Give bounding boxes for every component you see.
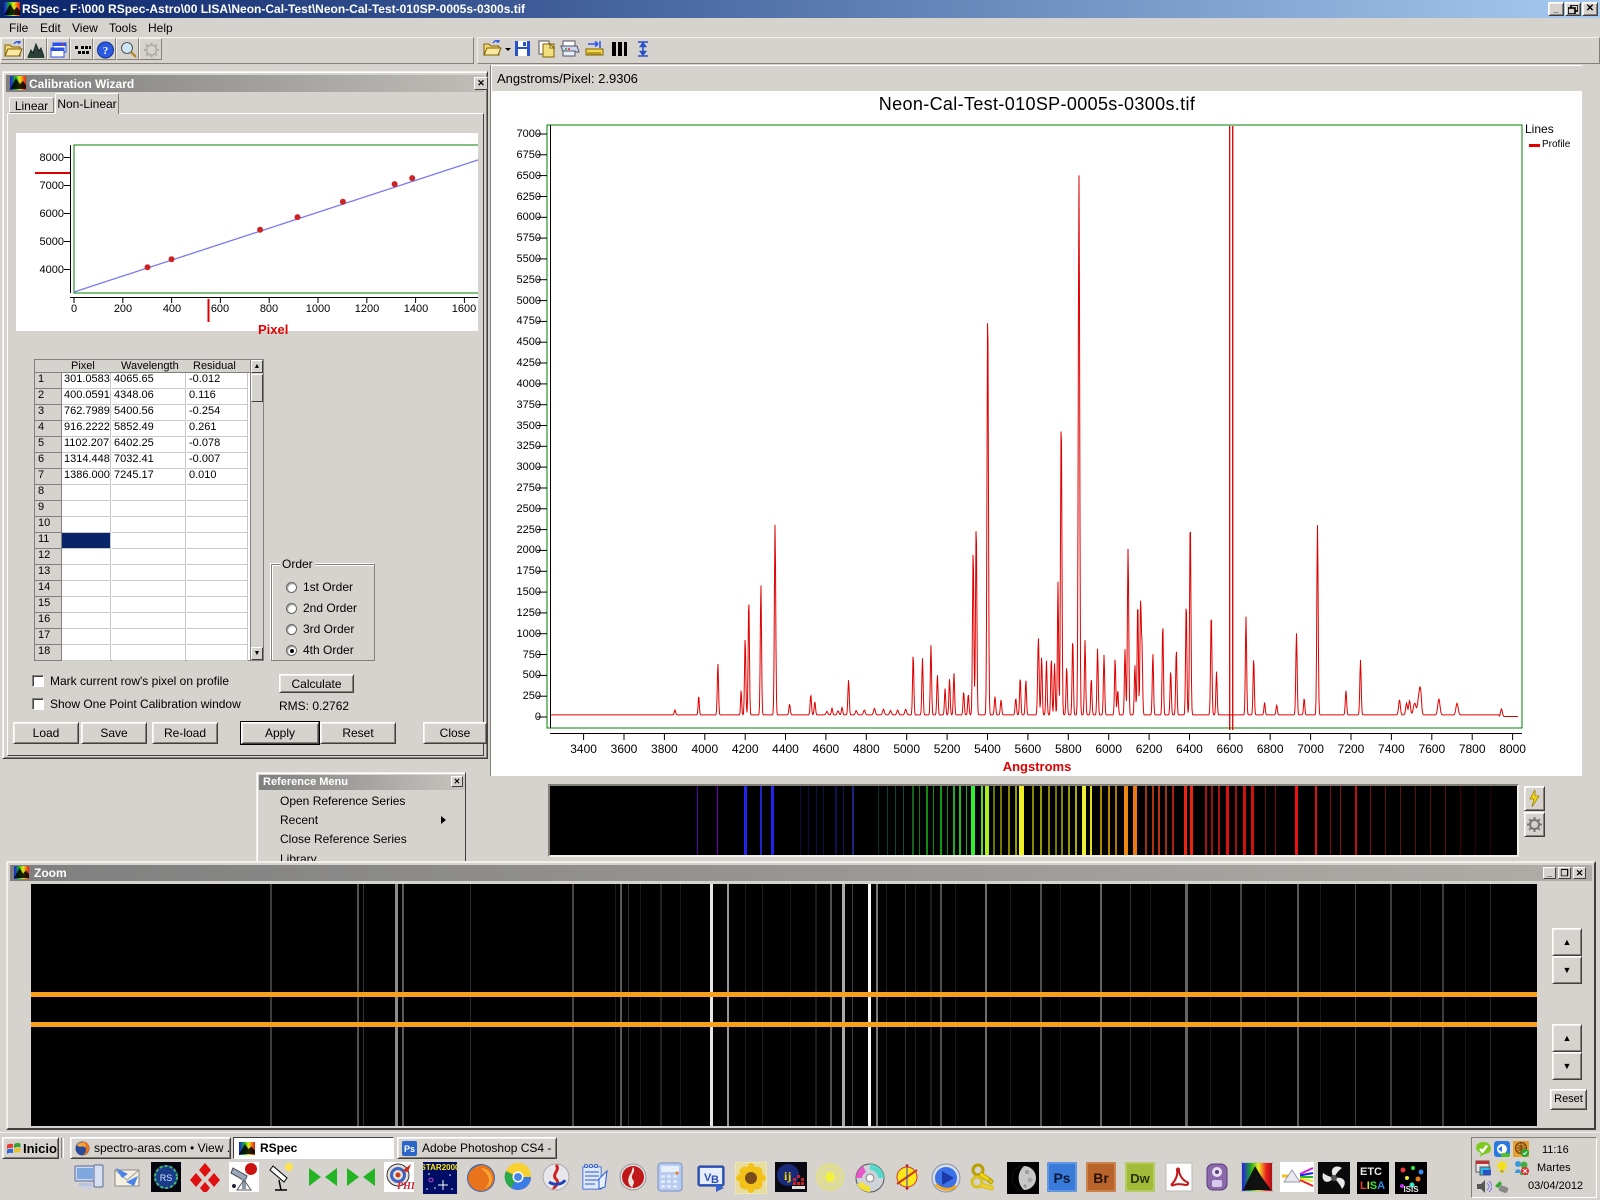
svg-text:RS: RS	[160, 1173, 173, 1183]
svg-text:ETC: ETC	[1360, 1166, 1382, 1178]
svg-text:?: ?	[103, 45, 109, 57]
svg-text:Ps: Ps	[404, 1144, 415, 1154]
svg-text:ISIS: ISIS	[1403, 1185, 1419, 1194]
svg-text:ij: ij	[784, 1169, 791, 1183]
svg-text:B: B	[711, 1174, 719, 1186]
svg-text:Ps: Ps	[1053, 1170, 1070, 1186]
svg-text:LISA: LISA	[1360, 1180, 1385, 1192]
svg-text:STAR2000: STAR2000	[423, 1163, 457, 1172]
svg-text:Br: Br	[1093, 1170, 1109, 1186]
svg-text:PHD: PHD	[397, 1181, 414, 1192]
svg-text:Dw: Dw	[1130, 1171, 1150, 1186]
